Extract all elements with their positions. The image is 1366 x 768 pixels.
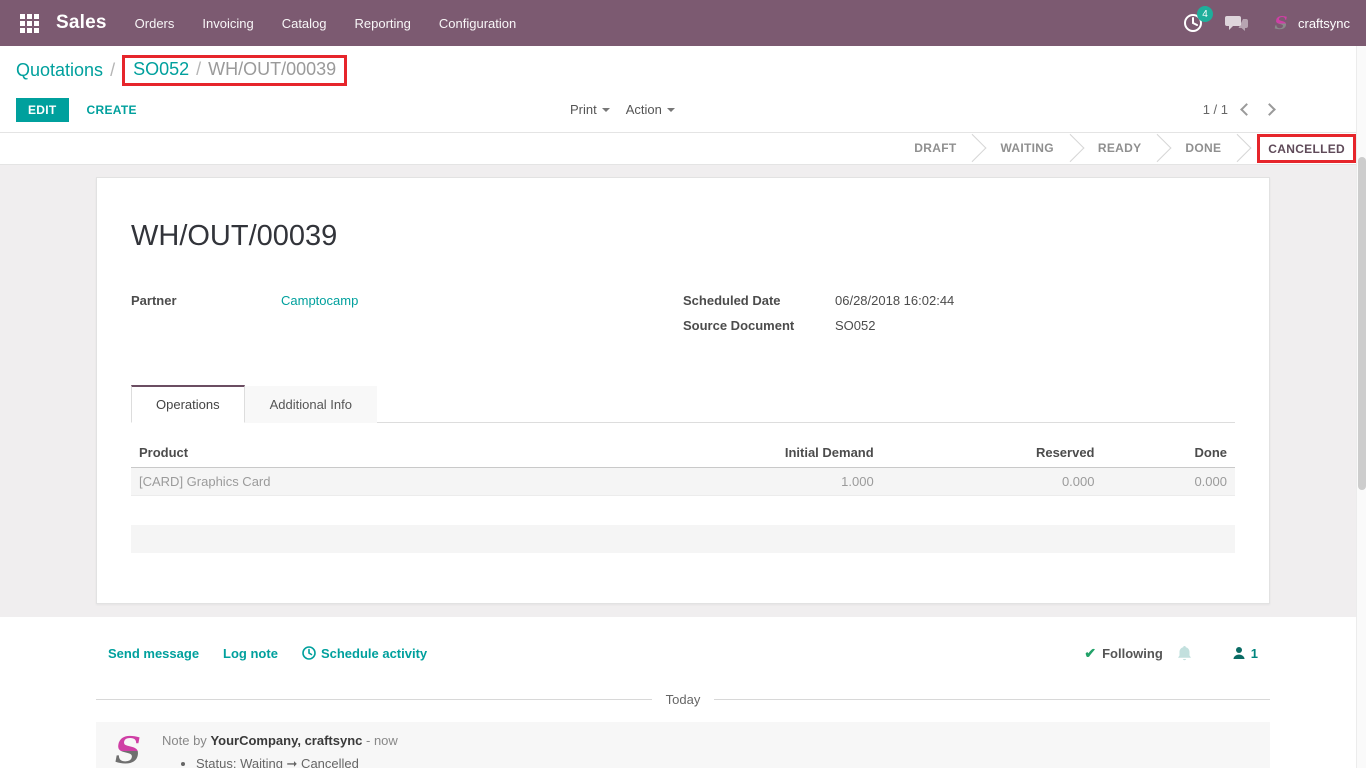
operations-table: Product Initial Demand Reserved Done [CA… [131, 439, 1235, 496]
schedule-activity-label: Schedule activity [321, 646, 427, 661]
menu-orders[interactable]: Orders [135, 16, 175, 31]
action-label: Action [626, 102, 662, 117]
pager-value: 1 / 1 [1203, 102, 1228, 117]
status-step-cancelled[interactable]: CANCELLED [1264, 142, 1349, 156]
edit-button[interactable]: EDIT [16, 98, 69, 122]
notebook-tabs: Operations Additional Info [131, 385, 1235, 423]
followers-count: 1 [1251, 646, 1258, 661]
scheduled-date-value: 06/28/2018 16:02:44 [835, 293, 954, 308]
cell-initial-demand[interactable]: 1.000 [650, 467, 882, 495]
app-title[interactable]: Sales [56, 12, 107, 34]
check-icon: ✔ [1084, 645, 1096, 662]
form-sheet: WH/OUT/00039 Partner Camptocamp Schedule… [96, 177, 1270, 604]
menu-configuration[interactable]: Configuration [439, 16, 516, 31]
action-dropdown[interactable]: Action [626, 102, 675, 117]
activity-count-badge: 4 [1197, 6, 1213, 22]
following-label: Following [1102, 646, 1163, 661]
source-document-value: SO052 [835, 318, 875, 333]
bell-icon[interactable] [1177, 645, 1192, 662]
statusbar-chevron [1144, 134, 1172, 162]
tab-operations[interactable]: Operations [131, 385, 245, 423]
note-message: S Note by YourCompany, craftsync - now S… [96, 722, 1270, 768]
control-panel: Quotations / SO052 / WH/OUT/00039 EDIT C… [0, 46, 1366, 127]
empty-table-strip [131, 525, 1235, 553]
company-logo-icon: S [109, 732, 147, 768]
author-avatar: S [108, 731, 148, 768]
chatter: Send message Log note Schedule activity … [0, 617, 1366, 768]
table-row[interactable]: [CARD] Graphics Card 1.000 0.000 0.000 [131, 467, 1235, 495]
cell-product[interactable]: [CARD] Graphics Card [131, 467, 650, 495]
print-label: Print [570, 102, 597, 117]
partner-label: Partner [131, 293, 281, 308]
note-status-change: Status: Waiting ➞ Cancelled [196, 755, 398, 768]
print-dropdown[interactable]: Print [570, 102, 610, 117]
log-note-button[interactable]: Log note [223, 646, 278, 661]
svg-text:S: S [115, 732, 141, 768]
annotation-box-breadcrumb: SO052 / WH/OUT/00039 [122, 55, 347, 86]
tab-additional-info[interactable]: Additional Info [245, 386, 377, 423]
column-initial-demand[interactable]: Initial Demand [650, 439, 882, 468]
send-message-button[interactable]: Send message [108, 646, 199, 661]
svg-text:S: S [1274, 13, 1287, 33]
form-view: WH/OUT/00039 Partner Camptocamp Schedule… [0, 165, 1366, 617]
scrollbar-thumb[interactable] [1358, 157, 1366, 490]
create-button[interactable]: CREATE [87, 103, 137, 117]
vertical-scrollbar[interactable] [1356, 46, 1366, 768]
apps-grid-icon[interactable] [12, 6, 46, 40]
activity-clock-icon[interactable]: 4 [1183, 13, 1203, 33]
form-statusbar: DRAFT WAITING READY DONE CANCELLED [0, 132, 1366, 165]
user-menu[interactable]: S craftsync [1271, 13, 1350, 33]
cell-done[interactable]: 0.000 [1103, 467, 1236, 495]
schedule-clock-icon [302, 646, 316, 660]
menu-reporting[interactable]: Reporting [355, 16, 411, 31]
partner-value-link[interactable]: Camptocamp [281, 293, 358, 308]
statusbar-chevron [959, 134, 987, 162]
breadcrumb-separator: / [110, 60, 115, 82]
menu-invoicing[interactable]: Invoicing [202, 16, 253, 31]
chat-bubbles-glyph [1225, 13, 1249, 33]
today-label: Today [652, 692, 715, 707]
breadcrumb-quotations[interactable]: Quotations [16, 60, 103, 82]
cell-reserved[interactable]: 0.000 [882, 467, 1103, 495]
note-time: - now [366, 733, 398, 748]
company-logo-icon: S [1271, 13, 1291, 33]
annotation-box-cancelled: CANCELLED [1257, 134, 1356, 163]
breadcrumb-current: WH/OUT/00039 [208, 59, 336, 81]
following-toggle[interactable]: ✔ Following [1084, 645, 1162, 662]
source-document-label: Source Document [683, 318, 835, 333]
menu-catalog[interactable]: Catalog [282, 16, 327, 31]
today-divider: Today [96, 692, 1270, 707]
main-menu: Orders Invoicing Catalog Reporting Confi… [135, 16, 517, 31]
breadcrumb-so052[interactable]: SO052 [133, 59, 189, 81]
status-step-waiting[interactable]: WAITING [988, 141, 1065, 155]
column-reserved[interactable]: Reserved [882, 439, 1103, 468]
messages-icon[interactable] [1225, 13, 1249, 33]
caret-down-icon [602, 108, 610, 112]
user-name: craftsync [1298, 16, 1350, 31]
breadcrumb-separator: / [196, 59, 201, 81]
column-product[interactable]: Product [131, 439, 650, 468]
table-header-row: Product Initial Demand Reserved Done [131, 439, 1235, 468]
scheduled-date-label: Scheduled Date [683, 293, 835, 308]
caret-down-icon [667, 108, 675, 112]
top-navbar: Sales Orders Invoicing Catalog Reporting… [0, 0, 1366, 46]
note-prefix: Note by [162, 733, 207, 748]
note-author[interactable]: YourCompany, craftsync [210, 733, 362, 748]
grid-glyph [20, 14, 39, 33]
statusbar-chevron [1223, 134, 1251, 162]
column-done[interactable]: Done [1103, 439, 1236, 468]
statusbar-chevron [1056, 134, 1084, 162]
followers-counter[interactable]: 1 [1232, 646, 1258, 661]
pager-next-icon[interactable] [1263, 103, 1276, 116]
pager-previous-icon[interactable] [1240, 103, 1253, 116]
person-icon [1232, 646, 1246, 660]
schedule-activity-button[interactable]: Schedule activity [302, 646, 427, 661]
record-title: WH/OUT/00039 [131, 220, 1235, 253]
breadcrumb: Quotations / SO052 / WH/OUT/00039 [16, 55, 1350, 86]
